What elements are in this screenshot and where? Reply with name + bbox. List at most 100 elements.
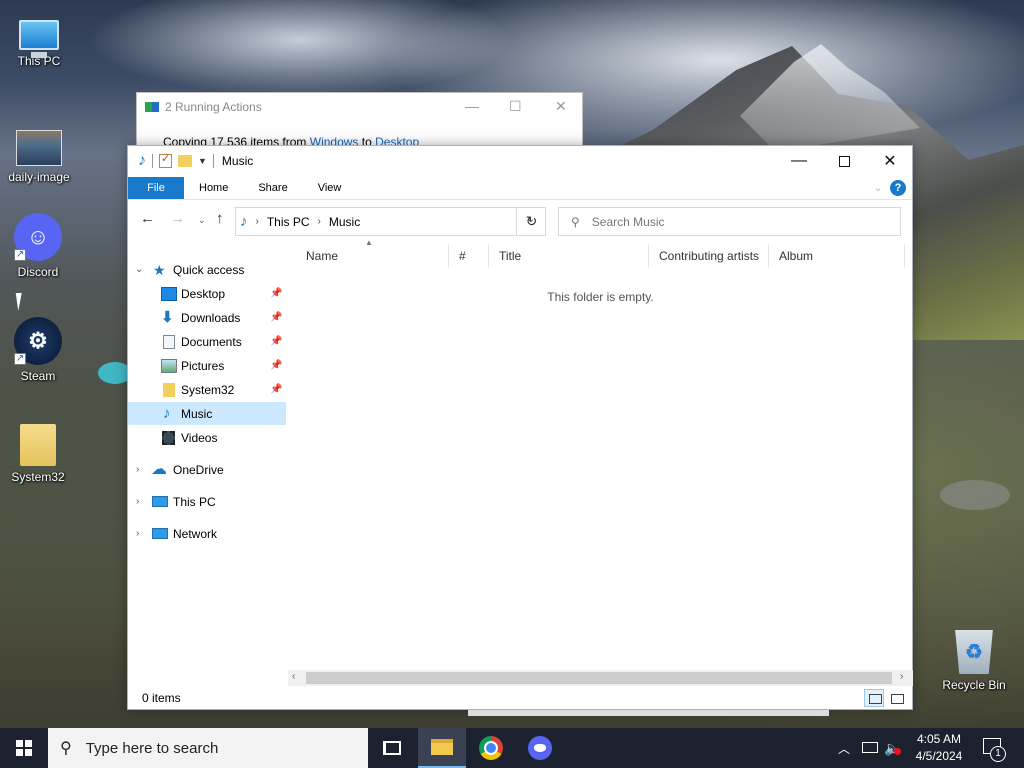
column-header-number[interactable]: # bbox=[449, 244, 489, 268]
pictures-icon bbox=[161, 358, 177, 373]
expand-chevron-icon[interactable]: › bbox=[136, 464, 139, 475]
breadcrumb-this-pc[interactable]: This PC bbox=[267, 215, 310, 229]
running-actions-titlebar: 2 Running Actions bbox=[145, 100, 262, 114]
empty-folder-message: This folder is empty. bbox=[547, 290, 654, 304]
forward-arrow-icon[interactable]: → bbox=[170, 210, 185, 227]
nav-item-label: OneDrive bbox=[173, 462, 224, 477]
desktop-icon-discord[interactable]: ☺ ↗ Discord bbox=[0, 213, 76, 279]
nav-item-label: Quick access bbox=[173, 262, 245, 277]
wallpaper-lake bbox=[940, 480, 1010, 510]
title-bar[interactable]: ♪ ▼ Music — ✕ bbox=[128, 146, 912, 176]
tab-file[interactable]: File bbox=[128, 177, 184, 199]
scroll-left-icon[interactable]: ‹ bbox=[292, 671, 295, 682]
nav-item-music[interactable]: ♪ Music bbox=[128, 402, 286, 425]
minimize-button[interactable]: — bbox=[776, 146, 822, 176]
expand-ribbon-chevron-icon[interactable]: ⌄ bbox=[874, 183, 882, 194]
tab-share[interactable]: Share bbox=[243, 177, 302, 199]
breadcrumb-separator[interactable]: › bbox=[318, 216, 321, 227]
column-header-album[interactable]: Album bbox=[769, 244, 905, 268]
nav-item-downloads[interactable]: ⬇ Downloads 📌 bbox=[128, 306, 286, 329]
new-folder-icon[interactable] bbox=[178, 155, 192, 167]
search-input[interactable] bbox=[591, 214, 872, 229]
up-arrow-icon[interactable]: ↑ bbox=[216, 210, 224, 227]
music-note-icon: ♪ bbox=[163, 404, 171, 422]
desktop-icon-recycle-bin[interactable]: ♻ Recycle Bin bbox=[936, 630, 1012, 692]
item-count: 0 items bbox=[142, 691, 181, 705]
breadcrumb-separator[interactable]: › bbox=[256, 216, 259, 227]
nav-item-network[interactable]: › Network bbox=[128, 522, 286, 545]
running-actions-title: 2 Running Actions bbox=[165, 100, 262, 114]
task-view-icon bbox=[383, 741, 401, 755]
minimize-icon[interactable]: — bbox=[465, 98, 479, 114]
desktop-icon-label: Recycle Bin bbox=[942, 678, 1006, 692]
column-header-contributing-artists[interactable]: Contributing artists bbox=[649, 244, 769, 268]
scrollbar-thumb[interactable] bbox=[306, 672, 892, 684]
maximize-button[interactable] bbox=[821, 146, 867, 176]
desktop-icon-daily-image[interactable]: daily-image bbox=[1, 124, 77, 184]
desktop-icon-system32[interactable]: System32 bbox=[0, 424, 76, 484]
volume-muted-icon[interactable]: 🔈 bbox=[884, 728, 901, 768]
running-actions-dialog[interactable]: 2 Running Actions — ☐ ✕ Copying 17.536 i… bbox=[136, 92, 583, 152]
pin-icon[interactable]: 📌 bbox=[270, 384, 282, 395]
file-explorer-window[interactable]: ♪ ▼ Music — ✕ File Home Share View ⌄ ? ←… bbox=[127, 145, 913, 710]
expand-chevron-icon[interactable]: › bbox=[136, 496, 139, 507]
customize-toolbar-icon[interactable]: ▼ bbox=[198, 156, 207, 166]
scroll-right-icon[interactable]: › bbox=[900, 671, 903, 682]
breadcrumb-music[interactable]: Music bbox=[329, 215, 360, 229]
taskbar-search-box[interactable]: ⚲ Type here to search bbox=[48, 728, 368, 768]
desktop-icon-label: Discord bbox=[17, 265, 59, 279]
taskbar-discord[interactable] bbox=[516, 728, 564, 768]
music-note-icon: ♪ bbox=[240, 213, 248, 230]
nav-item-label: System32 bbox=[181, 382, 235, 397]
collapse-chevron-icon[interactable]: ⌄ bbox=[135, 264, 143, 275]
desktop-icon-steam[interactable]: ⚙ ↗ Steam bbox=[0, 317, 76, 383]
nav-item-quick-access[interactable]: ⌄ ★ Quick access bbox=[128, 258, 286, 281]
help-icon[interactable]: ? bbox=[890, 180, 906, 196]
search-box[interactable]: ⚲ bbox=[558, 207, 901, 236]
pin-icon[interactable]: 📌 bbox=[270, 312, 282, 323]
start-button[interactable] bbox=[0, 728, 48, 768]
nav-item-onedrive[interactable]: › ☁ OneDrive bbox=[128, 458, 286, 481]
file-list[interactable]: ▲ Name # Title Contributing artists Albu… bbox=[288, 238, 913, 670]
window-edge-peek bbox=[468, 710, 829, 716]
nav-item-label: Network bbox=[173, 526, 218, 541]
back-arrow-icon[interactable]: ← bbox=[140, 210, 155, 227]
address-bar[interactable]: ♪ › This PC › Music ⌄ bbox=[235, 207, 546, 236]
system-clock[interactable]: 4:05 AM 4/5/2024 bbox=[906, 731, 972, 765]
nav-item-videos[interactable]: Videos bbox=[128, 426, 286, 449]
properties-icon[interactable] bbox=[159, 152, 172, 168]
pin-icon[interactable]: 📌 bbox=[270, 288, 282, 299]
taskbar-file-explorer[interactable] bbox=[418, 728, 466, 768]
column-header-title[interactable]: Title bbox=[489, 244, 649, 268]
details-view-icon[interactable] bbox=[864, 689, 884, 707]
clock-date: 4/5/2024 bbox=[915, 749, 963, 763]
close-button[interactable]: ✕ bbox=[867, 146, 913, 176]
nav-item-system32[interactable]: System32 📌 bbox=[128, 378, 286, 401]
horizontal-scrollbar[interactable]: ‹ › bbox=[288, 670, 913, 686]
show-hidden-icons-chevron-icon[interactable]: ︿ bbox=[838, 728, 850, 768]
download-arrow-icon: ⬇ bbox=[161, 308, 174, 326]
large-icons-view-icon[interactable] bbox=[886, 689, 906, 707]
recent-locations-chevron-icon[interactable]: ⌄ bbox=[198, 215, 206, 226]
nav-item-this-pc[interactable]: › This PC bbox=[128, 490, 286, 513]
pin-icon[interactable]: 📌 bbox=[270, 336, 282, 347]
column-header-name[interactable]: Name bbox=[296, 244, 449, 268]
nav-item-documents[interactable]: Documents 📌 bbox=[128, 330, 286, 353]
nav-item-pictures[interactable]: Pictures 📌 bbox=[128, 354, 286, 377]
nav-item-desktop[interactable]: Desktop 📌 bbox=[128, 282, 286, 305]
clock-time: 4:05 AM bbox=[916, 732, 962, 746]
folder-icon bbox=[163, 382, 175, 397]
toolbar-separator bbox=[152, 154, 153, 168]
refresh-icon[interactable]: ↻ bbox=[516, 207, 546, 236]
desktop-icon-this-pc[interactable]: This PC bbox=[1, 12, 77, 68]
close-icon[interactable]: ✕ bbox=[555, 98, 567, 115]
network-status-icon[interactable] bbox=[862, 742, 878, 753]
maximize-icon[interactable]: ☐ bbox=[509, 98, 522, 115]
tab-home[interactable]: Home bbox=[184, 177, 243, 199]
task-view-button[interactable] bbox=[368, 728, 416, 768]
taskbar-chrome[interactable] bbox=[467, 728, 515, 768]
notification-badge: 1 bbox=[990, 746, 1006, 762]
pin-icon[interactable]: 📌 bbox=[270, 360, 282, 371]
expand-chevron-icon[interactable]: › bbox=[136, 528, 139, 539]
tab-view[interactable]: View bbox=[303, 177, 357, 199]
